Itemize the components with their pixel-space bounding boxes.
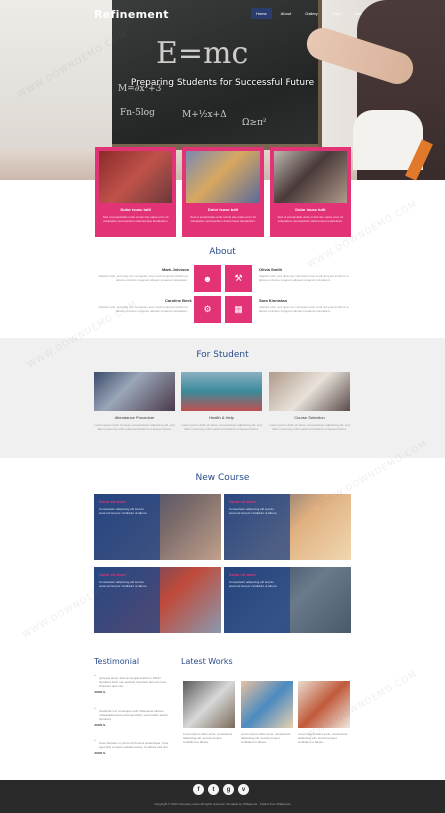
- main-nav: Home About Gallery Typo Mail: [251, 8, 367, 19]
- feature-cards: Dolor isusc tulit Sed ut perspiciatis un…: [95, 147, 351, 237]
- course-card[interactable]: Dolor sit amet Consectetur adipiscing el…: [224, 494, 351, 560]
- feature-title: Dolor isusc tulit: [207, 207, 239, 212]
- feature-card[interactable]: Dolor isusc tulit Sed ut perspiciatis un…: [182, 147, 264, 237]
- student-photo: [269, 372, 350, 411]
- testimonial-quote: “ Cras interdum ut purus id rhoncus scel…: [94, 740, 170, 755]
- course-card[interactable]: Dolor sit amet Consectetur adipiscing el…: [94, 567, 221, 633]
- work-item[interactable]: Lorem ipsum dolor amet, consectetur adip…: [183, 681, 235, 744]
- vimeo-icon[interactable]: v: [238, 784, 249, 795]
- quote-icon: “: [94, 675, 96, 681]
- nav-home[interactable]: Home: [251, 8, 272, 19]
- course-overlay: Dolor sit amet Consectetur adipiscing el…: [94, 567, 160, 633]
- chalkboard-image: E=mc M=∂x²+3 Fn-5log M+½x+Δ Ω≥π²: [112, 0, 322, 150]
- latest-works-heading: Latest Works: [181, 657, 233, 666]
- quote-author: JOHN S.: [94, 723, 107, 727]
- feature-desc: Sed ut perspiciatis unde omnis iste natu…: [277, 215, 344, 223]
- quote-author: JOHN S.: [94, 690, 107, 694]
- about-person-name: Sara Kinnistan: [259, 298, 288, 303]
- about-person-name: Olivia Smith: [259, 267, 283, 272]
- quote-icon: “: [94, 740, 96, 746]
- student-item[interactable]: Health & Help Lorem ipsum dolor sit amet…: [181, 372, 262, 431]
- site-logo[interactable]: Refinement: [94, 8, 169, 21]
- feature-photo: [273, 151, 347, 203]
- testimonial-quote: “ Quisque lacus, felis ac feugiat interd…: [94, 675, 170, 694]
- feature-photo: [186, 151, 260, 203]
- nav-gallery[interactable]: Gallery: [300, 8, 323, 19]
- nav-mail[interactable]: Mail: [349, 8, 366, 19]
- testimonial-quote: “ Vestibulum et consequat velit. Maecena…: [94, 708, 170, 727]
- student-item-title: Health & Help: [209, 415, 234, 420]
- feature-photo: [99, 151, 173, 203]
- user-icon[interactable]: ☻: [194, 265, 221, 292]
- about-person-name: Mark Johnson: [162, 267, 190, 272]
- nav-typo[interactable]: Typo: [327, 8, 346, 19]
- quote-icon: “: [94, 708, 96, 714]
- feature-title: Dolor isusc tulit: [120, 207, 151, 212]
- social-links: f t g v: [193, 784, 249, 795]
- student-item-title: Attendance Procedure: [114, 415, 155, 420]
- quote-text: Vestibulum et consequat velit. Maecenas …: [99, 709, 169, 721]
- course-title: Dolor sit amet: [99, 499, 126, 504]
- testimonial-heading: Testimonial: [94, 657, 140, 666]
- work-item[interactable]: Lorem ipsum dolor amet, consectetur adip…: [298, 681, 350, 744]
- about-icon-grid: ☻ ⚒ ⚙ ▦: [194, 265, 252, 323]
- work-photo: [298, 681, 350, 728]
- about-person-text: Adipisci velit, sed quia non numquam eiu…: [98, 305, 188, 313]
- work-desc: Lorem ipsum dolor amet, consectetur adip…: [241, 732, 291, 744]
- student-item-desc: Lorem ipsum dolor sit amet, consectetuer…: [269, 423, 350, 431]
- course-title: Dolor sit amet: [229, 499, 256, 504]
- work-desc: Lorem ipsum dolor amet, consectetur adip…: [298, 732, 348, 744]
- board-line: Ω≥π²: [242, 118, 267, 128]
- quote-text: Cras interdum ut purus id rhoncus sceler…: [99, 741, 169, 749]
- feature-card[interactable]: Dolor isusc tulit Sed ut perspiciatis un…: [269, 147, 351, 237]
- board-line: M+½x+Δ: [182, 110, 227, 120]
- copyright: Copyright © 2014 Company name All rights…: [154, 802, 291, 806]
- student-photo: [94, 372, 175, 411]
- course-overlay: Dolor sit amet Consectetur adipiscing el…: [224, 494, 290, 560]
- twitter-icon[interactable]: t: [208, 784, 219, 795]
- wrench-icon[interactable]: ⚒: [225, 265, 252, 292]
- student-item[interactable]: Course Selection Lorem ipsum dolor sit a…: [269, 372, 350, 431]
- course-desc: Consectetur adipiscing elit sed do eiusm…: [99, 580, 148, 588]
- course-overlay: Dolor sit amet Consectetur adipiscing el…: [94, 494, 160, 560]
- course-card[interactable]: Dolor sit amet Consectetur adipiscing el…: [94, 494, 221, 560]
- work-desc: Lorem ipsum dolor amet, consectetur adip…: [183, 732, 233, 744]
- about-heading: About: [209, 247, 236, 257]
- board-formula: E=mc: [156, 36, 249, 71]
- course-title: Dolor sit amet: [99, 572, 126, 577]
- about-person-text: Adipisci velit, sed quia non numquam eiu…: [98, 274, 188, 282]
- student-item-desc: Lorem ipsum dolor sit amet, consectetuer…: [181, 423, 262, 431]
- student-item-title: Course Selection: [294, 415, 325, 420]
- work-item[interactable]: Lorem ipsum dolor amet, consectetur adip…: [241, 681, 293, 744]
- work-photo: [183, 681, 235, 728]
- work-photo: [241, 681, 293, 728]
- student-photo: [181, 372, 262, 411]
- course-title: Dolor sit amet: [229, 572, 256, 577]
- feature-desc: Sed ut perspiciatis unde omnis iste natu…: [190, 215, 256, 223]
- course-desc: Consectetur adipiscing elit sed do eiusm…: [229, 507, 278, 515]
- about-person-text: Adipisci velit, sed quia non numquam eiu…: [259, 305, 349, 313]
- google-plus-icon[interactable]: g: [223, 784, 234, 795]
- hero-tagline: Preparing Students for Successful Future: [130, 78, 315, 88]
- about-person-name: Caroline Beek: [165, 298, 192, 303]
- course-overlay: Dolor sit amet Consectetur adipiscing el…: [224, 567, 290, 633]
- nav-about[interactable]: About: [276, 8, 296, 19]
- course-card[interactable]: Dolor sit amet Consectetur adipiscing el…: [224, 567, 351, 633]
- quote-author: JOHN S.: [94, 751, 107, 755]
- gear-icon[interactable]: ⚙: [194, 296, 221, 323]
- course-heading: New Course: [195, 473, 250, 483]
- board-line: Fn-5log: [120, 108, 155, 118]
- quote-text: Quisque lacus, felis ac feugiat interdum…: [99, 676, 167, 688]
- student-heading: For Student: [196, 350, 249, 360]
- feature-title: Dolor isusc tulit: [295, 207, 326, 212]
- feature-card[interactable]: Dolor isusc tulit Sed ut perspiciatis un…: [95, 147, 177, 237]
- course-desc: Consectetur adipiscing elit sed do eiusm…: [99, 507, 148, 515]
- course-desc: Consectetur adipiscing elit sed do eiusm…: [229, 580, 278, 588]
- feature-desc: Sed ut perspiciatis unde omnis iste natu…: [102, 215, 169, 223]
- facebook-icon[interactable]: f: [193, 784, 204, 795]
- about-person-text: Adipisci velit, sed quia non numquam eiu…: [259, 274, 349, 282]
- student-item[interactable]: Attendance Procedure Lorem ipsum dolor s…: [94, 372, 175, 431]
- student-item-desc: Lorem ipsum dolor sit amet, consectetuer…: [94, 423, 175, 431]
- document-icon[interactable]: ▦: [225, 296, 252, 323]
